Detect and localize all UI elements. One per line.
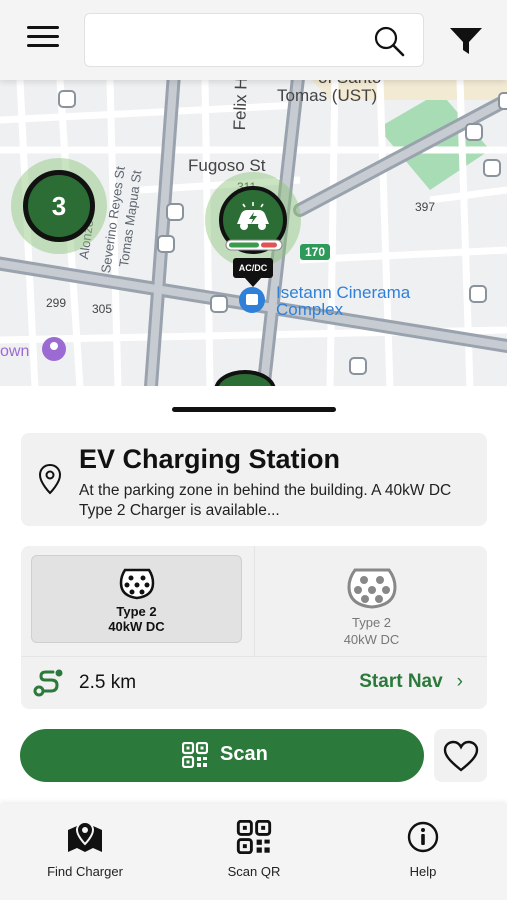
connector-option-2[interactable]: Type 2 40kW DC bbox=[266, 555, 477, 647]
top-bar bbox=[0, 0, 507, 80]
app-root: Tomas (UST) of Santo Felix Hu Fugoso St … bbox=[0, 0, 507, 900]
nav-help[interactable]: Help bbox=[353, 804, 493, 900]
bottom-navigation: Find Charger Scan QR Help bbox=[0, 804, 507, 900]
scan-button[interactable]: Scan bbox=[20, 729, 424, 782]
cluster-marker[interactable]: 3 bbox=[11, 158, 107, 254]
connector-row-divider bbox=[21, 656, 487, 657]
search-bar[interactable] bbox=[84, 13, 424, 67]
sheet-drag-handle[interactable] bbox=[172, 407, 336, 412]
nav-label: Scan QR bbox=[227, 864, 281, 879]
qr-code-icon bbox=[236, 820, 272, 854]
map-label-397: 397 bbox=[415, 200, 436, 214]
station-title: EV Charging Station bbox=[79, 444, 341, 474]
distance-value: 2.5 km bbox=[79, 672, 137, 693]
connector-power: 40kW DC bbox=[343, 632, 400, 647]
map-label-own: own bbox=[0, 343, 30, 360]
filter-funnel-icon[interactable] bbox=[449, 26, 483, 56]
type2-plug-icon bbox=[119, 568, 154, 600]
station-detail-sheet: EV Charging Station At the parking zone … bbox=[0, 386, 507, 806]
search-input[interactable] bbox=[99, 24, 359, 58]
map-marker-icon bbox=[68, 820, 102, 852]
map-label-299: 299 bbox=[46, 296, 67, 310]
heart-icon bbox=[443, 740, 479, 772]
connector-type: Type 2 bbox=[116, 604, 157, 619]
map-label-road-170: 170 bbox=[305, 245, 326, 259]
cluster-count: 3 bbox=[23, 170, 95, 242]
connector-card: Type 2 40kW DC Type 2 40kW DC 2.5 km Sta… bbox=[21, 546, 487, 709]
type2-plug-icon bbox=[346, 568, 397, 609]
qr-code-icon bbox=[182, 742, 208, 768]
hamburger-menu-icon[interactable] bbox=[27, 26, 59, 54]
chevron-right-icon: › bbox=[456, 671, 463, 692]
battery-level-icon bbox=[225, 239, 283, 251]
station-description: At the parking zone in behind the buildi… bbox=[79, 482, 452, 519]
search-icon[interactable] bbox=[373, 25, 405, 57]
acdc-tag-pointer bbox=[244, 277, 262, 287]
nav-label: Find Charger bbox=[47, 864, 123, 879]
connector-option-1[interactable]: Type 2 40kW DC bbox=[31, 555, 242, 643]
start-nav-label: Start Nav bbox=[359, 671, 443, 692]
connector-power: 40kW DC bbox=[108, 619, 165, 634]
acdc-tag: AC/DC bbox=[233, 258, 273, 278]
location-pin-icon bbox=[38, 463, 62, 495]
map-poi-label-line2: Complex bbox=[276, 300, 344, 319]
info-icon bbox=[407, 821, 439, 853]
connector-divider bbox=[254, 546, 255, 656]
start-nav-button[interactable]: Start Nav › bbox=[359, 671, 463, 693]
nav-scan-qr[interactable]: Scan QR bbox=[184, 804, 324, 900]
nav-label: Help bbox=[409, 864, 437, 879]
map-label-tomas: Tomas (UST) bbox=[277, 86, 378, 105]
connector-type: Type 2 bbox=[351, 615, 392, 630]
scan-button-label: Scan bbox=[220, 743, 268, 765]
map-label-305: 305 bbox=[92, 302, 113, 316]
station-info-card: EV Charging Station At the parking zone … bbox=[21, 433, 487, 526]
nav-find-charger[interactable]: Find Charger bbox=[15, 804, 155, 900]
route-icon bbox=[33, 669, 63, 697]
ev-car-icon bbox=[237, 202, 269, 230]
favorite-button[interactable] bbox=[434, 729, 487, 782]
